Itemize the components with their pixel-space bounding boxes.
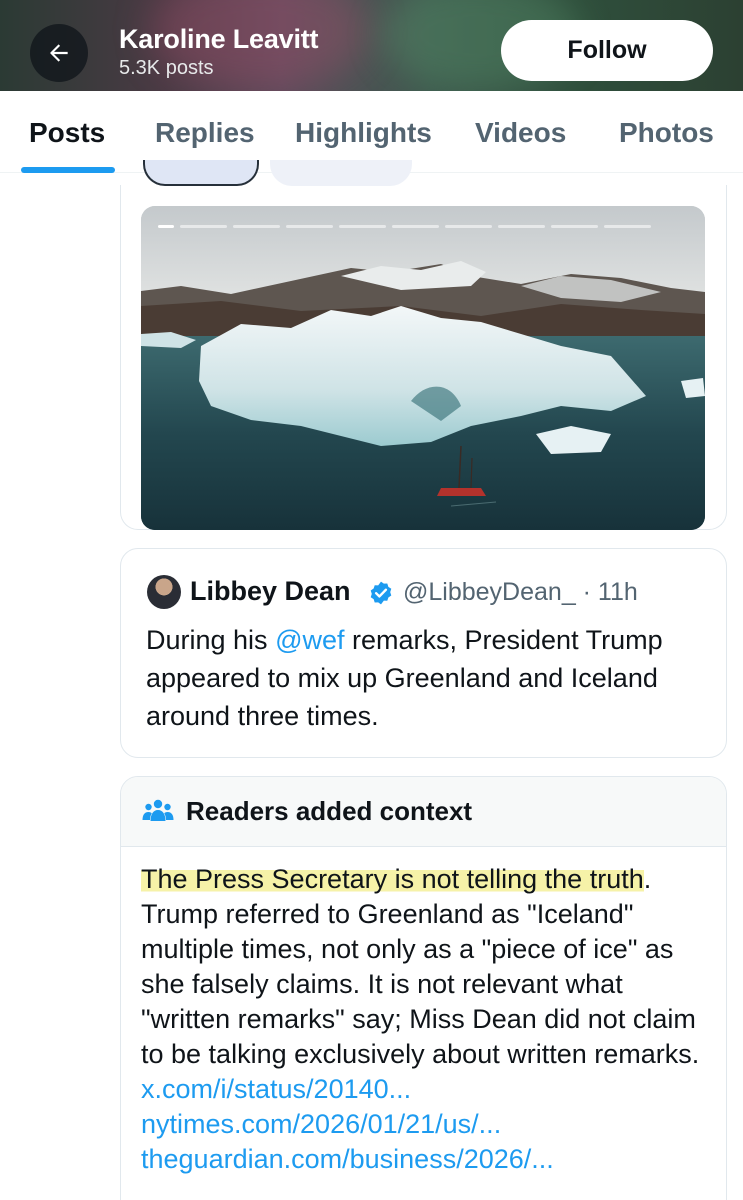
post-media-image[interactable] [141,206,705,530]
story-progress-segment [286,225,333,228]
quoted-text-part: During his [146,625,276,655]
story-progress-segment [551,225,598,228]
verified-badge-icon [370,581,392,605]
story-progress-segment [445,225,492,228]
source-link-nytimes[interactable]: nytimes.com/2026/01/21/us/... [141,1109,501,1139]
greenland-iceberg-image [141,206,705,530]
back-button[interactable] [30,24,88,82]
tab-replies[interactable]: Replies [155,117,255,149]
community-note-title: Readers added context [186,796,473,826]
note-body-text: . Trump referred to Greenland as "Icelan… [141,864,700,1069]
partial-chip[interactable] [143,160,259,186]
story-progress-segment [233,225,280,228]
quoted-author-name[interactable]: Libbey Dean [190,576,351,607]
community-note-body: The Press Secretary is not telling the t… [141,862,716,1177]
tab-videos[interactable]: Videos [475,117,566,149]
source-link-guardian[interactable]: theguardian.com/business/2026/... [141,1144,554,1174]
tab-photos[interactable]: Photos [619,117,714,149]
tab-highlights[interactable]: Highlights [295,117,432,149]
story-progress-segment [392,225,439,228]
follow-button[interactable]: Follow [501,20,713,81]
avatar[interactable] [147,575,181,609]
highlighted-text: The Press Secretary is not telling the t… [141,864,644,894]
story-progress-segment [498,225,545,228]
mention-link[interactable]: @wef [275,625,344,655]
partial-chip[interactable] [270,160,412,186]
story-progress-segment [180,225,227,228]
post-count: 5.3K posts [119,57,214,79]
quoted-handle-timestamp: @LibbeyDean_ · 11h [403,578,638,606]
profile-name: Karoline Leavitt [119,24,319,54]
tab-posts[interactable]: Posts [29,117,105,149]
active-tab-indicator [21,167,115,173]
story-progress-segment [339,225,386,228]
people-group-icon [142,799,174,821]
quoted-post-text: During his @wef remarks, President Trump… [146,621,716,735]
story-progress-segment [158,225,174,228]
story-progress-segment [604,225,651,228]
source-link-x[interactable]: x.com/i/status/20140... [141,1074,411,1104]
story-progress-bar [158,225,651,228]
arrow-left-icon [50,44,68,62]
